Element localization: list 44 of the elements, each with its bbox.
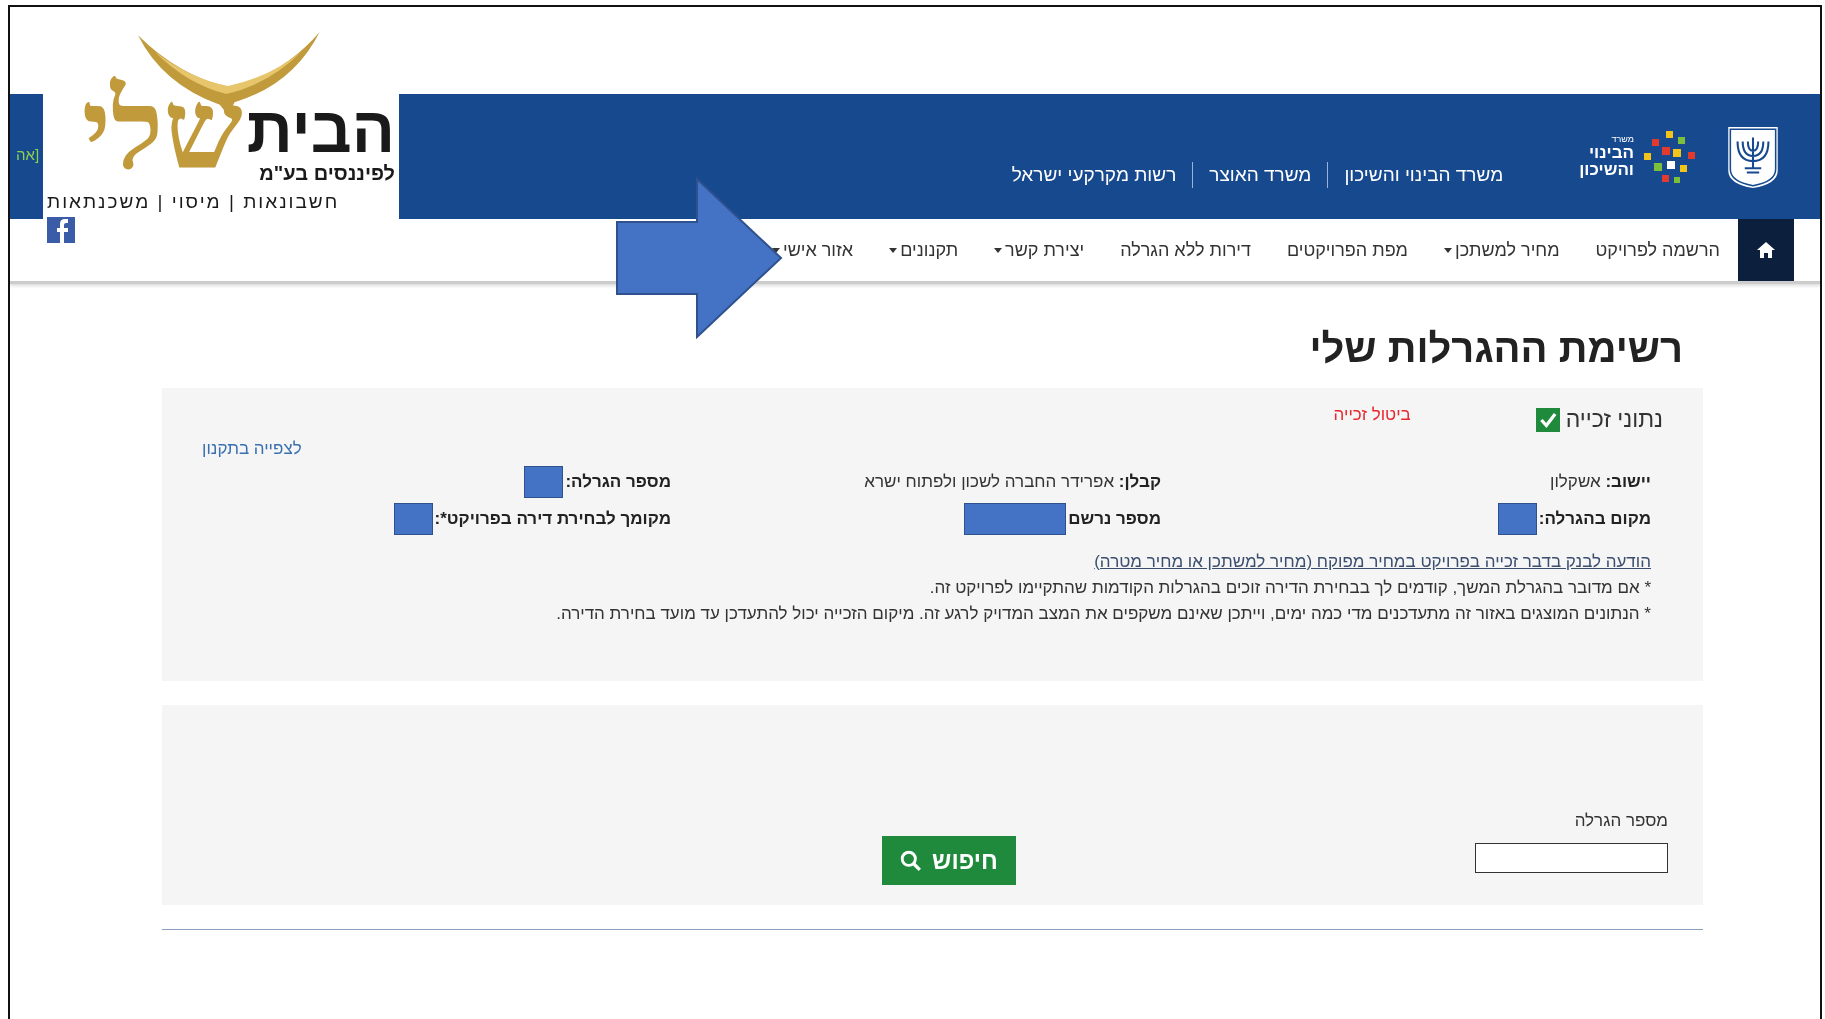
header-link[interactable]: רשות מקרקעי ישראל: [995, 163, 1193, 186]
nav-item[interactable]: הרשמה לפרויקט: [1595, 219, 1720, 281]
section-title: נתוני זכייה: [1565, 406, 1663, 433]
logo-text: שלי: [81, 73, 243, 185]
input-field[interactable]: [1475, 843, 1668, 873]
redaction-box: [524, 466, 564, 498]
nav-item[interactable]: מחיר למשתכן: [1444, 219, 1560, 281]
field-label: מקום בהגרלה:: [1538, 509, 1651, 529]
header-link[interactable]: משרד הבינוי והשיכון: [1328, 163, 1520, 186]
search-button[interactable]: חיפוש: [882, 836, 1016, 885]
cut-text: אה]: [16, 146, 40, 163]
field-label: מספר הגרלה:: [565, 472, 671, 492]
field-text: יישוב: אשקלון: [1550, 472, 1651, 492]
caret-icon: [994, 247, 1003, 253]
nav-item[interactable]: דירות ללא הגרלה: [1120, 219, 1251, 281]
search-icon: [900, 849, 923, 872]
bank-notice-link[interactable]: הודעה לבנק בדבר זכייה בפרויקט במחיר מפוקח (מחיר למשתכן או מחיר מטרה): [1094, 552, 1651, 572]
logo-subtitle: לפיננסים בע"מ: [259, 162, 395, 185]
logo-tagline: חשבונאות | מיסוי | משכנתאות: [47, 191, 340, 213]
home-button[interactable]: [1738, 219, 1794, 281]
ministry-logo: משרד הבינוי והשיכון: [1579, 126, 1700, 187]
note-text: * הנתונים המוצגים באזור זה מתעדכנים מדי כמה ימים, וייתכן שאינם משקפים את המצב המדויק לרגע זה. מיקום הזכייה יכול להתעדכן עד מועד בחירת הדירה.: [555, 604, 1651, 624]
nav-item[interactable]: יצירת קשר: [994, 219, 1085, 281]
nav-item[interactable]: תקנונים: [889, 219, 959, 281]
regulations-link[interactable]: לצפייה בתקנון: [202, 439, 302, 459]
page-title: רשימת ההגרלות שלי: [1308, 325, 1683, 372]
home-icon: [1756, 241, 1776, 259]
redaction-box: [1497, 503, 1537, 535]
logo-text: הבית: [246, 98, 395, 162]
checkbox[interactable]: [1535, 407, 1560, 432]
note-text: * אם מדובר בהגרלת המשך, קודמים לך בבחירת הדירה זוכים בהגרלות הקודמות שהתקיימו לפרויקט זה.: [928, 578, 1651, 598]
cancel-link[interactable]: ביטול זכייה: [1333, 404, 1411, 425]
field-label: מספר הגרלה: [1574, 811, 1668, 831]
nav-item[interactable]: אזור אישי: [771, 219, 854, 281]
caret-icon: [771, 247, 780, 253]
field-label: מספר נרשם: [1068, 509, 1161, 529]
caret-icon: [1444, 247, 1452, 253]
facebook-icon[interactable]: [47, 217, 75, 243]
header-link[interactable]: משרד האוצר: [1193, 163, 1328, 186]
field-label: מקומך לבחירת דירה בפרויקט*:: [434, 509, 671, 529]
field-text: קבלן: אפרידר החברה לשכון ולפתוח ישרא: [864, 472, 1161, 492]
redaction-box: [393, 503, 433, 535]
caret-icon: [889, 247, 898, 253]
nav-item[interactable]: מפת הפרויקטים: [1286, 219, 1408, 281]
